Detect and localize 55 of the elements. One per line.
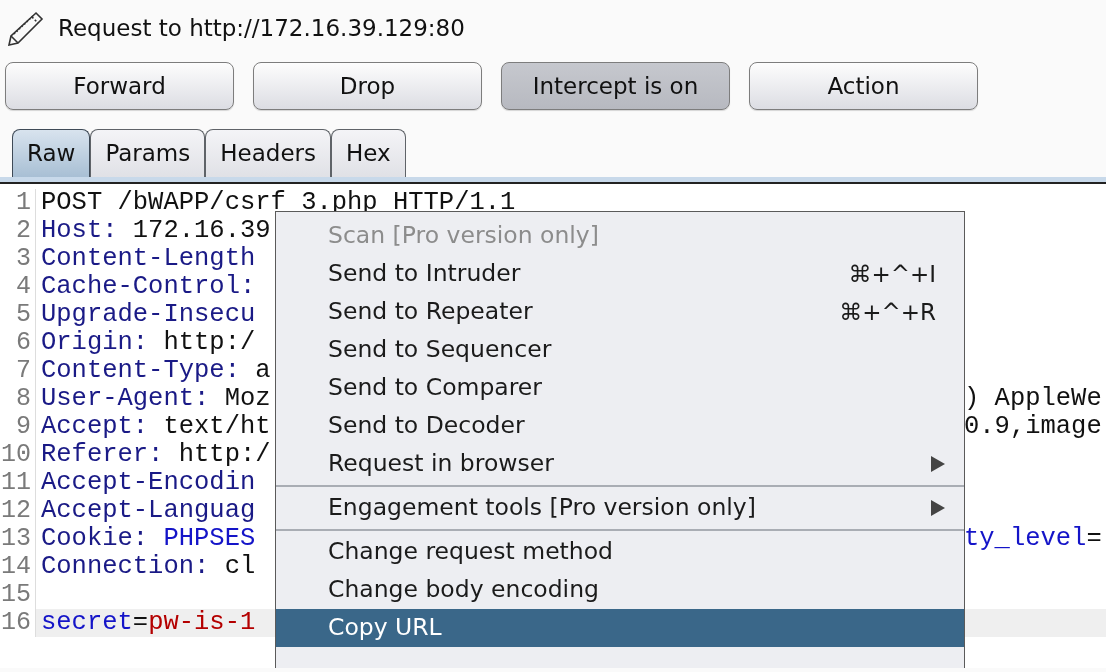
menu-item[interactable]: Send to Intruder ⌘+^+I [276,255,964,293]
code-line: Referer: http:/ [40,441,271,469]
code-line: Content-Type: a [40,357,271,385]
line-number: 2 [0,217,36,245]
line-number: 8 [0,385,36,413]
menu-item[interactable]: Send to Decoder [276,407,964,445]
tab[interactable]: Params [90,129,206,177]
code-line: Content-Length [40,245,256,273]
action-button[interactable]: Action [749,62,978,110]
line-number: 16 [0,609,36,637]
toggle-button[interactable]: Intercept is on [501,62,730,110]
line-number: 14 [0,553,36,581]
tab[interactable]: Headers [205,129,331,177]
menu-item[interactable]: Change request method [276,533,964,571]
menu-item[interactable]: Send to Repeater ⌘+^+R [276,293,964,331]
menu-item[interactable]: Send to Sequencer [276,331,964,369]
line-number: 6 [0,329,36,357]
code-line: ty_level= [964,525,1103,553]
code-line: Accept-Encodin [40,469,256,497]
code-line: Cookie: PHPSES [40,525,256,553]
menu-item[interactable]: Copy URL [276,609,964,647]
code-line: Host: 172.16.39 [40,217,271,245]
pencil-icon [6,10,44,46]
tab[interactable]: Hex [331,129,406,177]
shortcut-label: ⌘+^+I [848,259,936,289]
code-line: 0.9,image [964,413,1103,441]
line-number: 11 [0,469,36,497]
code-line: secret=pw-is-1 [40,609,256,637]
code-line: Origin: http:/ [40,329,256,357]
code-line: ) AppleWe [964,385,1103,413]
code-line: Accept-Languag [40,497,256,525]
shortcut-label: ⌘+^+R [839,297,936,327]
code-line: Connection: cl [40,553,256,581]
menu-item[interactable]: Send to Comparer [276,369,964,407]
menu-item[interactable]: Engagement tools [Pro version only] [276,489,964,527]
code-line: POST /bWAPP/csrf_3.php HTTP/1.1 [40,189,516,217]
code-line: Cache-Control: [40,273,256,301]
line-number: 9 [0,413,36,441]
line-number: 7 [0,357,36,385]
line-number: 12 [0,497,36,525]
menu-item[interactable]: Change body encoding [276,571,964,609]
window-title: Request to http://172.16.39.129:80 [58,13,465,43]
tab[interactable]: Raw [12,129,91,177]
line-number: 3 [0,245,36,273]
code-line: Upgrade-Insecu [40,301,256,329]
line-number: 4 [0,273,36,301]
line-number: 5 [0,301,36,329]
menu-item[interactable]: Request in browser [276,445,964,483]
code-line: Accept: text/ht [40,413,271,441]
line-number: 1 [0,189,36,217]
action-button[interactable]: Drop [253,62,482,110]
line-number: 10 [0,441,36,469]
action-button[interactable]: Forward [5,62,234,110]
code-line: User-Agent: Moz [40,385,271,413]
line-number: 13 [0,525,36,553]
